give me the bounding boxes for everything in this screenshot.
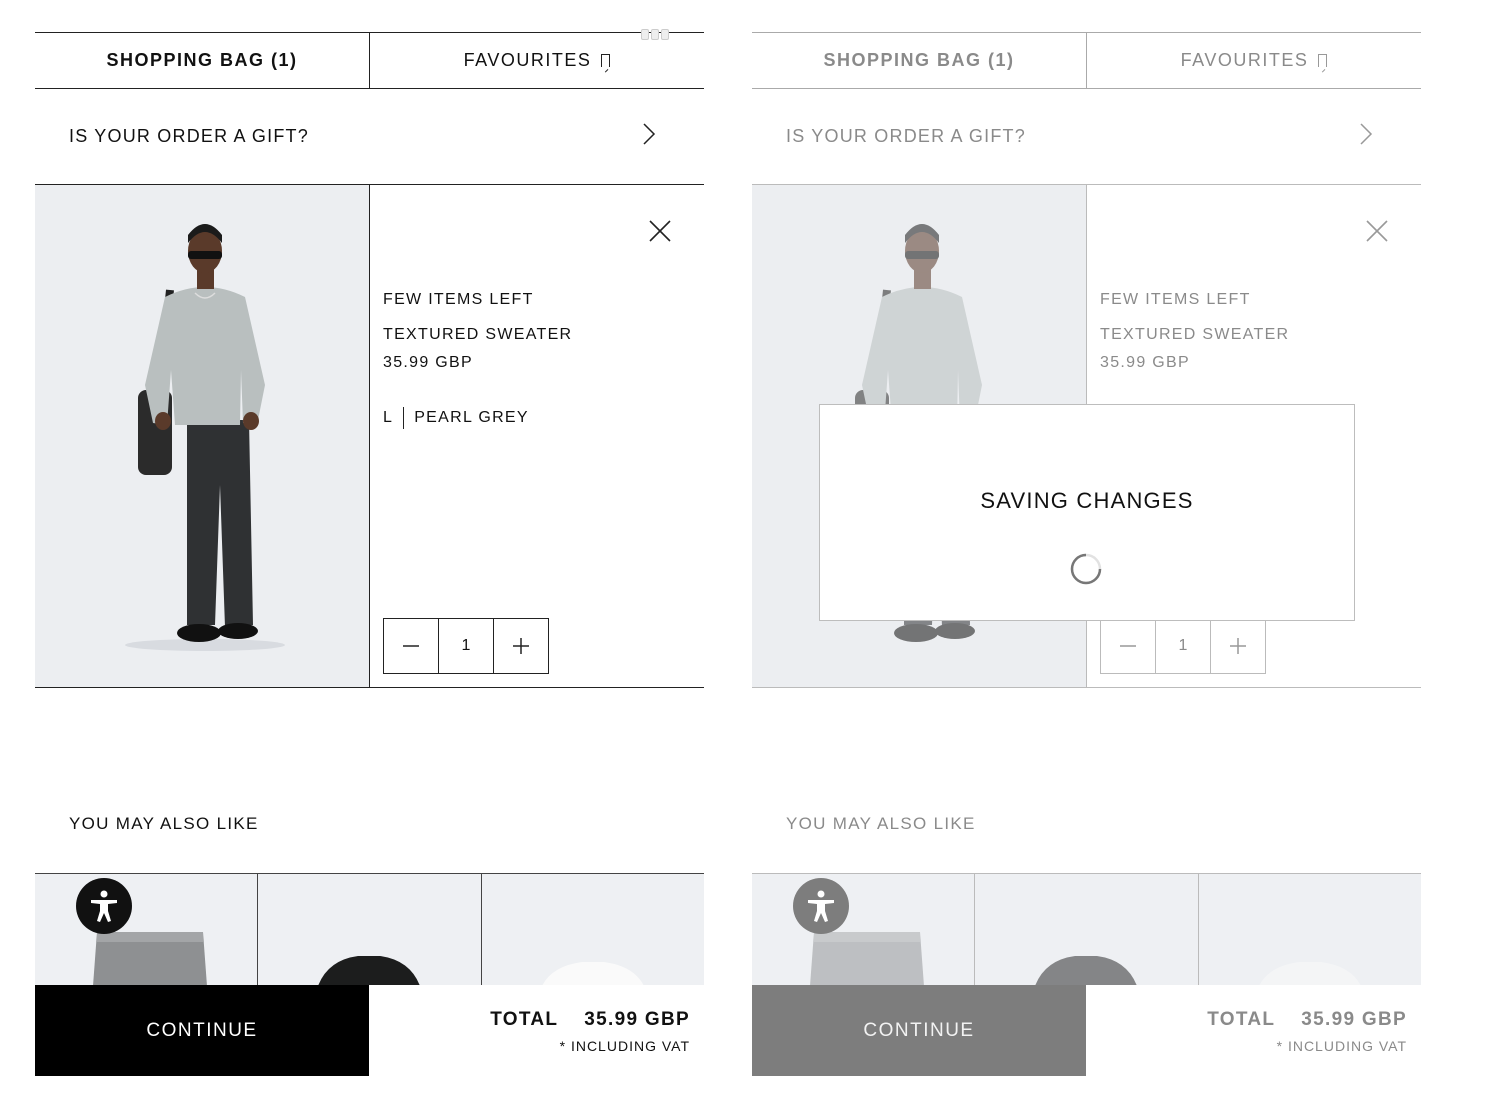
decrease-quantity-button[interactable] bbox=[1101, 619, 1155, 673]
product-price: 35.99 GBP bbox=[1100, 354, 1190, 371]
white-top-thumbnail bbox=[1259, 962, 1361, 985]
accessibility-button[interactable] bbox=[76, 878, 132, 934]
tab-shopping-bag[interactable]: SHOPPING BAG (1) bbox=[35, 33, 369, 88]
continue-button[interactable]: CONTINUE bbox=[752, 985, 1086, 1076]
decrease-quantity-button[interactable] bbox=[384, 619, 438, 673]
chevron-right-icon bbox=[1360, 123, 1373, 145]
recommendations-title: YOU MAY ALSO LIKE bbox=[69, 814, 259, 833]
gift-option-row[interactable]: IS YOUR ORDER A GIFT? bbox=[752, 89, 1421, 185]
plus-icon bbox=[513, 638, 529, 654]
black-top-thumbnail bbox=[1035, 956, 1137, 985]
recommendations-list bbox=[752, 873, 1421, 985]
tab-shopping-bag[interactable]: SHOPPING BAG (1) bbox=[752, 33, 1086, 88]
order-total: TOTAL 35.99 GBP * INCLUDING VAT bbox=[1086, 985, 1421, 1076]
black-top-thumbnail bbox=[318, 956, 420, 985]
window-handle-icon bbox=[641, 29, 669, 40]
stock-status: FEW ITEMS LEFT bbox=[383, 291, 534, 308]
cart-screen-saving: SHOPPING BAG (1) FAVOURITES IS YOUR ORDE… bbox=[752, 0, 1421, 1120]
cart-tabs: SHOPPING BAG (1) FAVOURITES bbox=[752, 32, 1421, 89]
total-value: 35.99 GBP bbox=[584, 1009, 690, 1030]
tab-shopping-bag-label: SHOPPING BAG (1) bbox=[106, 50, 298, 70]
product-size: L bbox=[383, 409, 394, 426]
tab-favourites-label: FAVOURITES bbox=[463, 50, 592, 70]
quantity-stepper: 1 bbox=[1100, 618, 1266, 674]
checkout-footer: CONTINUE TOTAL 35.99 GBP * INCLUDING VAT bbox=[35, 985, 704, 1076]
recommendation-item[interactable] bbox=[752, 874, 975, 985]
vat-note: * INCLUDING VAT bbox=[1276, 1038, 1407, 1054]
recommendation-item[interactable] bbox=[974, 874, 1198, 985]
total-line: TOTAL 35.99 GBP bbox=[490, 1009, 690, 1031]
vat-note: * INCLUDING VAT bbox=[559, 1038, 690, 1054]
bookmark-icon bbox=[1318, 54, 1328, 67]
cart-item: FEW ITEMS LEFT TEXTURED SWEATER 35.99 GB… bbox=[35, 185, 704, 688]
tab-favourites-label: FAVOURITES bbox=[1180, 50, 1309, 70]
quantity-value: 1 bbox=[1155, 619, 1210, 673]
total-label: TOTAL bbox=[1207, 1009, 1276, 1030]
bookmark-icon bbox=[601, 54, 611, 67]
gift-option-label: IS YOUR ORDER A GIFT? bbox=[786, 126, 1026, 146]
total-line: TOTAL 35.99 GBP bbox=[1207, 1009, 1407, 1031]
gift-option-label: IS YOUR ORDER A GIFT? bbox=[69, 126, 309, 146]
saving-changes-title: SAVING CHANGES bbox=[980, 488, 1194, 513]
quantity-value: 1 bbox=[438, 619, 493, 673]
variant-divider bbox=[403, 407, 405, 429]
close-icon[interactable] bbox=[1365, 219, 1389, 243]
loading-spinner-icon bbox=[1070, 553, 1102, 585]
chevron-right-icon bbox=[643, 123, 656, 145]
gift-option-row[interactable]: IS YOUR ORDER A GIFT? bbox=[35, 89, 704, 185]
recommendations-list bbox=[35, 873, 704, 985]
recommendations-title: YOU MAY ALSO LIKE bbox=[786, 814, 976, 833]
saving-changes-dialog: SAVING CHANGES bbox=[819, 404, 1355, 621]
product-image[interactable] bbox=[35, 185, 370, 687]
tab-favourites[interactable]: FAVOURITES bbox=[1086, 33, 1421, 88]
product-details: FEW ITEMS LEFT TEXTURED SWEATER 35.99 GB… bbox=[370, 185, 704, 687]
stock-status: FEW ITEMS LEFT bbox=[1100, 291, 1251, 308]
recommendation-item[interactable] bbox=[257, 874, 481, 985]
product-photo-model bbox=[35, 185, 369, 687]
increase-quantity-button[interactable] bbox=[1210, 619, 1265, 673]
minus-icon bbox=[1120, 645, 1136, 647]
product-name[interactable]: TEXTURED SWEATER bbox=[1100, 326, 1289, 344]
jeans-thumbnail bbox=[810, 932, 924, 985]
quantity-stepper: 1 bbox=[383, 618, 549, 674]
tab-shopping-bag-label: SHOPPING BAG (1) bbox=[823, 50, 1015, 70]
recommendation-item[interactable] bbox=[480, 874, 704, 985]
tab-favourites[interactable]: FAVOURITES bbox=[369, 33, 704, 88]
product-variant: L PEARL GREY bbox=[383, 407, 529, 429]
accessibility-icon bbox=[808, 890, 834, 922]
product-price: 35.99 GBP bbox=[383, 354, 473, 371]
continue-button[interactable]: CONTINUE bbox=[35, 985, 369, 1076]
product-name[interactable]: TEXTURED SWEATER bbox=[383, 326, 572, 344]
order-total: TOTAL 35.99 GBP * INCLUDING VAT bbox=[369, 985, 704, 1076]
cart-screen-default: SHOPPING BAG (1) FAVOURITES IS YOUR ORDE… bbox=[35, 0, 704, 1120]
close-icon[interactable] bbox=[648, 219, 672, 243]
total-label: TOTAL bbox=[490, 1009, 559, 1030]
white-top-thumbnail bbox=[542, 962, 644, 985]
increase-quantity-button[interactable] bbox=[493, 619, 548, 673]
accessibility-button[interactable] bbox=[793, 878, 849, 934]
recommendation-item[interactable] bbox=[35, 874, 258, 985]
product-color: PEARL GREY bbox=[414, 409, 529, 426]
accessibility-icon bbox=[91, 890, 117, 922]
jeans-thumbnail bbox=[93, 932, 207, 985]
recommendation-item[interactable] bbox=[1197, 874, 1421, 985]
plus-icon bbox=[1230, 638, 1246, 654]
checkout-footer: CONTINUE TOTAL 35.99 GBP * INCLUDING VAT bbox=[752, 985, 1421, 1076]
total-value: 35.99 GBP bbox=[1301, 1009, 1407, 1030]
cart-tabs: SHOPPING BAG (1) FAVOURITES bbox=[35, 32, 704, 89]
minus-icon bbox=[403, 645, 419, 647]
